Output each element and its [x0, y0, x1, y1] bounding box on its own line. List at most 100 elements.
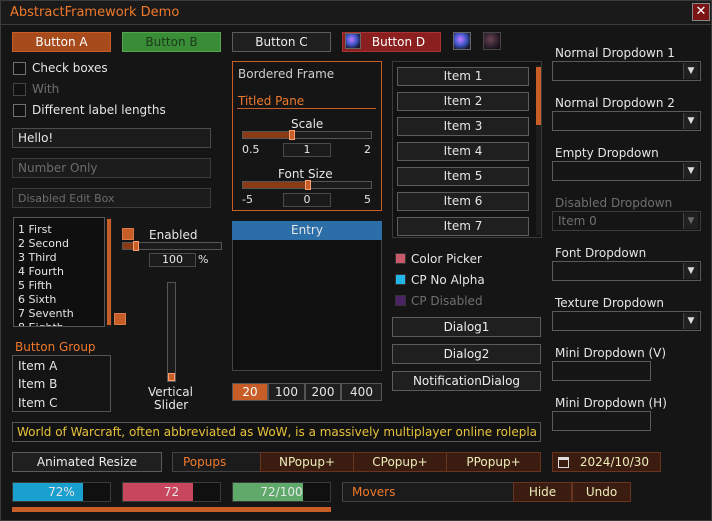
font-dropdown[interactable]: ▼ — [552, 261, 701, 281]
color-picker-no-alpha-swatch[interactable] — [395, 274, 406, 285]
ppopup-button[interactable]: PPopup+ — [446, 452, 541, 472]
bottom-progress-bar — [12, 507, 331, 512]
items-scrollbar[interactable] — [536, 65, 541, 235]
checkbox-different-label-lengths[interactable] — [13, 104, 26, 117]
chevron-down-icon[interactable]: ▼ — [683, 313, 698, 329]
close-button[interactable]: ✕ — [692, 3, 710, 21]
segment-100[interactable]: 100 — [268, 383, 305, 401]
list-item[interactable]: 2 Second — [14, 237, 104, 251]
list-item[interactable]: Item 6 — [397, 192, 529, 211]
scrolling-text-content: World of Warcraft, often abbreviated as … — [17, 425, 538, 439]
list-item[interactable]: Item 2 — [397, 92, 529, 111]
cpopup-button[interactable]: CPopup+ — [353, 452, 447, 472]
texture-icon[interactable] — [483, 32, 501, 50]
text-input[interactable]: Hello! — [12, 128, 211, 148]
notification-dialog-button[interactable]: NotificationDialog — [392, 371, 541, 391]
items-scroll-thumb[interactable] — [536, 67, 541, 125]
vertical-slider-label-line2: Slider — [154, 398, 189, 412]
dropdown-label: Normal Dropdown 2 — [555, 96, 675, 110]
button-d[interactable]: Button D — [342, 32, 441, 52]
slider-thumb[interactable] — [289, 130, 295, 140]
segment-400[interactable]: 400 — [341, 383, 382, 401]
vertical-slider-label-line1: Vertical — [148, 385, 193, 399]
list-item[interactable]: Item 3 — [397, 117, 529, 136]
font-size-max-label: 5 — [364, 193, 371, 206]
list-item[interactable]: 5 Fifth — [14, 279, 104, 293]
button-a[interactable]: Button A — [12, 32, 111, 52]
number-input[interactable]: Number Only — [12, 158, 211, 178]
checkbox-check-boxes[interactable] — [13, 62, 26, 75]
mini-dropdown-h[interactable] — [552, 411, 651, 431]
resize-handle[interactable] — [114, 313, 126, 325]
color-picker-label: Color Picker — [411, 252, 482, 266]
normal-dropdown-2[interactable]: ▼ — [552, 111, 701, 131]
color-picker-disabled-swatch — [395, 295, 406, 306]
slider-thumb[interactable] — [168, 373, 175, 381]
disabled-dropdown: Item 0 ▼ — [552, 211, 701, 231]
list-item[interactable]: 7 Seventh — [14, 307, 104, 321]
slider-fill — [243, 182, 305, 188]
title-bar[interactable]: AbstractFramework Demo ✕ — [1, 1, 711, 25]
list-box[interactable]: 1 First 2 Second 3 Third 4 Fourth 5 Fifth 6 S… — [13, 217, 105, 327]
chevron-down-icon[interactable]: ▼ — [683, 263, 698, 279]
list-item[interactable]: Item 7 — [397, 217, 529, 236]
empty-dropdown[interactable]: ▼ — [552, 161, 701, 181]
normal-dropdown-1[interactable]: ▼ — [552, 61, 701, 81]
scale-slider[interactable] — [242, 130, 372, 140]
button-group-item-c[interactable]: Item C — [18, 396, 58, 410]
slider-fill — [243, 132, 289, 138]
font-size-slider[interactable] — [242, 180, 372, 190]
list-item[interactable]: 4 Fourth — [14, 265, 104, 279]
list-item[interactable]: Item 1 — [397, 67, 529, 86]
segment-200[interactable]: 200 — [305, 383, 341, 401]
texture-icon — [345, 33, 361, 49]
texture-icon[interactable] — [453, 32, 471, 50]
slider-value-input[interactable]: 100 — [149, 253, 196, 267]
scale-label: Scale — [291, 117, 324, 131]
button-group-item-b[interactable]: Item B — [18, 377, 57, 391]
enable-checkbox[interactable] — [122, 228, 134, 240]
scale-value-input[interactable]: 1 — [283, 143, 331, 157]
button-group-item-a[interactable]: Item A — [18, 359, 57, 373]
list-scrollbar[interactable] — [106, 217, 112, 327]
texture-dropdown[interactable]: ▼ — [552, 311, 701, 331]
progress-bar-percent: 72% — [12, 482, 111, 502]
entry-header[interactable]: Entry — [232, 221, 382, 240]
list-scroll-thumb[interactable] — [107, 219, 111, 325]
chevron-down-icon[interactable]: ▼ — [683, 113, 698, 129]
color-picker-swatch[interactable] — [395, 253, 406, 264]
dropdown-label: Disabled Dropdown — [555, 196, 673, 210]
hide-button[interactable]: Hide — [513, 482, 572, 502]
undo-button[interactable]: Undo — [572, 482, 631, 502]
vertical-slider[interactable] — [167, 282, 176, 382]
main-window: AbstractFramework Demo ✕ Button A Button… — [0, 0, 712, 521]
button-b[interactable]: Button B — [122, 32, 221, 52]
dropdown-label: Texture Dropdown — [555, 296, 664, 310]
date-picker[interactable]: 2024/10/30 — [552, 452, 661, 472]
dialog2-button[interactable]: Dialog2 — [392, 344, 541, 364]
slider-thumb[interactable] — [305, 180, 311, 190]
slider-thumb[interactable] — [133, 241, 139, 251]
segment-20[interactable]: 20 — [232, 383, 268, 401]
chevron-down-icon[interactable]: ▼ — [683, 63, 698, 79]
mini-dropdown-v[interactable] — [552, 361, 651, 381]
enabled-slider[interactable] — [122, 241, 222, 251]
list-item[interactable]: 8 Eighth — [14, 321, 104, 326]
list-item[interactable]: Item 5 — [397, 167, 529, 186]
button-c[interactable]: Button C — [232, 32, 331, 52]
bordered-frame-title: Bordered Frame — [238, 67, 335, 81]
animated-resize-button[interactable]: Animated Resize — [12, 452, 162, 472]
list-item[interactable]: 1 First — [14, 223, 104, 237]
progress-bar-ratio: 72/100 — [232, 482, 331, 502]
disabled-edit-box: Disabled Edit Box — [12, 188, 211, 208]
chevron-down-icon[interactable]: ▼ — [683, 163, 698, 179]
font-size-value-input[interactable]: 0 — [283, 193, 331, 207]
list-item[interactable]: 6 Sixth — [14, 293, 104, 307]
npopup-button[interactable]: NPopup+ — [260, 452, 354, 472]
list-item[interactable]: Item 4 — [397, 142, 529, 161]
titled-pane-title: Titled Pane — [238, 94, 305, 108]
list-item[interactable]: 3 Third — [14, 251, 104, 265]
dropdown-label: Normal Dropdown 1 — [555, 46, 675, 60]
dialog1-button[interactable]: Dialog1 — [392, 317, 541, 337]
progress-text: 72/100 — [260, 485, 303, 499]
